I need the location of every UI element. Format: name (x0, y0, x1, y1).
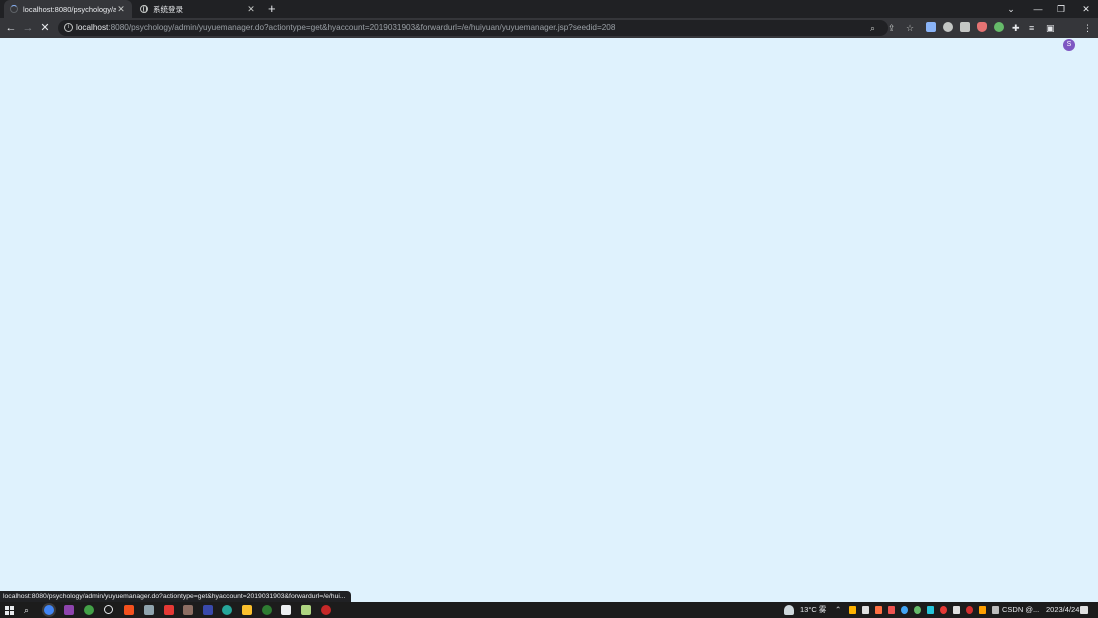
search-icon[interactable]: ⌕ (24, 605, 34, 615)
tray-wechat-icon[interactable] (914, 606, 921, 614)
app-purple-icon[interactable] (64, 605, 74, 615)
reading-list-icon[interactable]: ≡ (1029, 21, 1034, 35)
restore-button[interactable]: ❐ (1049, 0, 1073, 18)
browser-green-icon[interactable] (84, 605, 94, 615)
new-tab-button[interactable]: + (268, 2, 276, 16)
url-path: :8080/psychology/admin/yuyuemanager.do?a… (108, 23, 616, 32)
app-monitor-icon[interactable] (144, 605, 154, 615)
site-info-icon[interactable]: i (64, 23, 73, 32)
wechat-icon[interactable] (262, 605, 272, 615)
tray-app-icon[interactable] (940, 606, 947, 614)
tab-localhost[interactable]: localhost:8080/psychology/ad ✕ (4, 0, 132, 18)
tab-search-dropdown-icon[interactable]: ⌄ (999, 0, 1023, 18)
app-lightgreen-icon[interactable] (301, 605, 311, 615)
app-circle-icon[interactable] (104, 605, 113, 614)
app-white-icon[interactable] (281, 605, 291, 615)
chrome-icon[interactable] (44, 605, 54, 615)
tray-app-icon[interactable] (849, 606, 856, 614)
windows-start-icon[interactable] (5, 606, 14, 615)
extension-chat-icon[interactable] (926, 22, 936, 32)
tray-app-icon[interactable] (875, 606, 882, 614)
notification-icon[interactable] (1080, 606, 1088, 614)
clock-date[interactable]: 2023/4/24 (1046, 602, 1079, 618)
stop-loading-button[interactable]: ✕ (37, 18, 53, 38)
tray-app-icon[interactable] (966, 606, 973, 614)
weather-text[interactable]: 13°C 雾 (800, 602, 826, 618)
app-orange-icon[interactable] (124, 605, 134, 615)
tab-title: localhost:8080/psychology/ad (23, 4, 116, 14)
file-explorer-icon[interactable] (242, 605, 252, 615)
url-host: localhost (76, 23, 109, 32)
tab-system-login[interactable]: 系统登录 ✕ (134, 0, 262, 18)
side-panel-icon[interactable]: ▣ (1046, 21, 1055, 35)
close-window-button[interactable]: ✕ (1074, 0, 1098, 18)
loading-spinner-icon (10, 5, 18, 13)
bookmark-star-icon[interactable]: ☆ (906, 22, 914, 34)
app-red-icon[interactable] (164, 605, 174, 615)
app-blue-icon[interactable] (203, 605, 213, 615)
tray-mic-icon[interactable] (953, 606, 960, 614)
url-text[interactable]: localhost:8080/psychology/admin/yuyueman… (76, 20, 615, 36)
weather-cloud-icon[interactable] (784, 605, 794, 615)
minimize-button[interactable]: — (1026, 0, 1050, 18)
tray-app-icon[interactable] (927, 606, 934, 614)
status-bubble: localhost:8080/psychology/admin/yuyueman… (0, 591, 351, 602)
windows-taskbar: ⌕ 13°C 雾 ⌃ CSDN @... 2023/4/24 (0, 602, 1098, 618)
tab-close-icon[interactable]: ✕ (116, 4, 126, 15)
tray-app-icon[interactable] (888, 606, 895, 614)
extension-camera-icon[interactable] (943, 22, 953, 32)
forward-button[interactable]: → (20, 18, 36, 38)
address-bar[interactable]: i localhost:8080/psychology/admin/yuyuem… (58, 20, 914, 36)
tab-close-icon[interactable]: ✕ (246, 4, 256, 15)
app-brown-icon[interactable] (183, 605, 193, 615)
more-menu-icon[interactable]: ⋮ (1083, 21, 1092, 35)
tray-app-icon[interactable] (901, 606, 908, 614)
tray-network-icon[interactable] (992, 606, 999, 614)
tray-watermark-text: CSDN @... (1002, 605, 1040, 614)
extension-pen-icon[interactable] (994, 22, 1004, 32)
app-record-icon[interactable] (321, 605, 331, 615)
tab-title: 系统登录 (153, 4, 183, 14)
extensions-puzzle-icon[interactable]: ✚ (1012, 21, 1020, 35)
tray-search-icon[interactable] (979, 606, 986, 614)
share-icon[interactable]: ⇪ (888, 22, 896, 34)
browser-toolbar: ← → ✕ i localhost:8080/psychology/admin/… (0, 18, 1098, 51)
page-content (0, 38, 1098, 602)
extension-card-icon[interactable] (960, 22, 970, 32)
extension-shield-icon[interactable] (977, 22, 987, 32)
tab-strip: localhost:8080/psychology/ad ✕ 系统登录 ✕ + … (0, 0, 1098, 18)
globe-icon (140, 5, 148, 13)
tray-chevron-icon[interactable]: ⌃ (835, 602, 841, 618)
tray-app-icon[interactable] (862, 606, 869, 614)
zoom-icon[interactable]: ⌕ (870, 22, 875, 34)
back-button[interactable]: ← (3, 18, 19, 38)
app-refresh-icon[interactable] (222, 605, 232, 615)
